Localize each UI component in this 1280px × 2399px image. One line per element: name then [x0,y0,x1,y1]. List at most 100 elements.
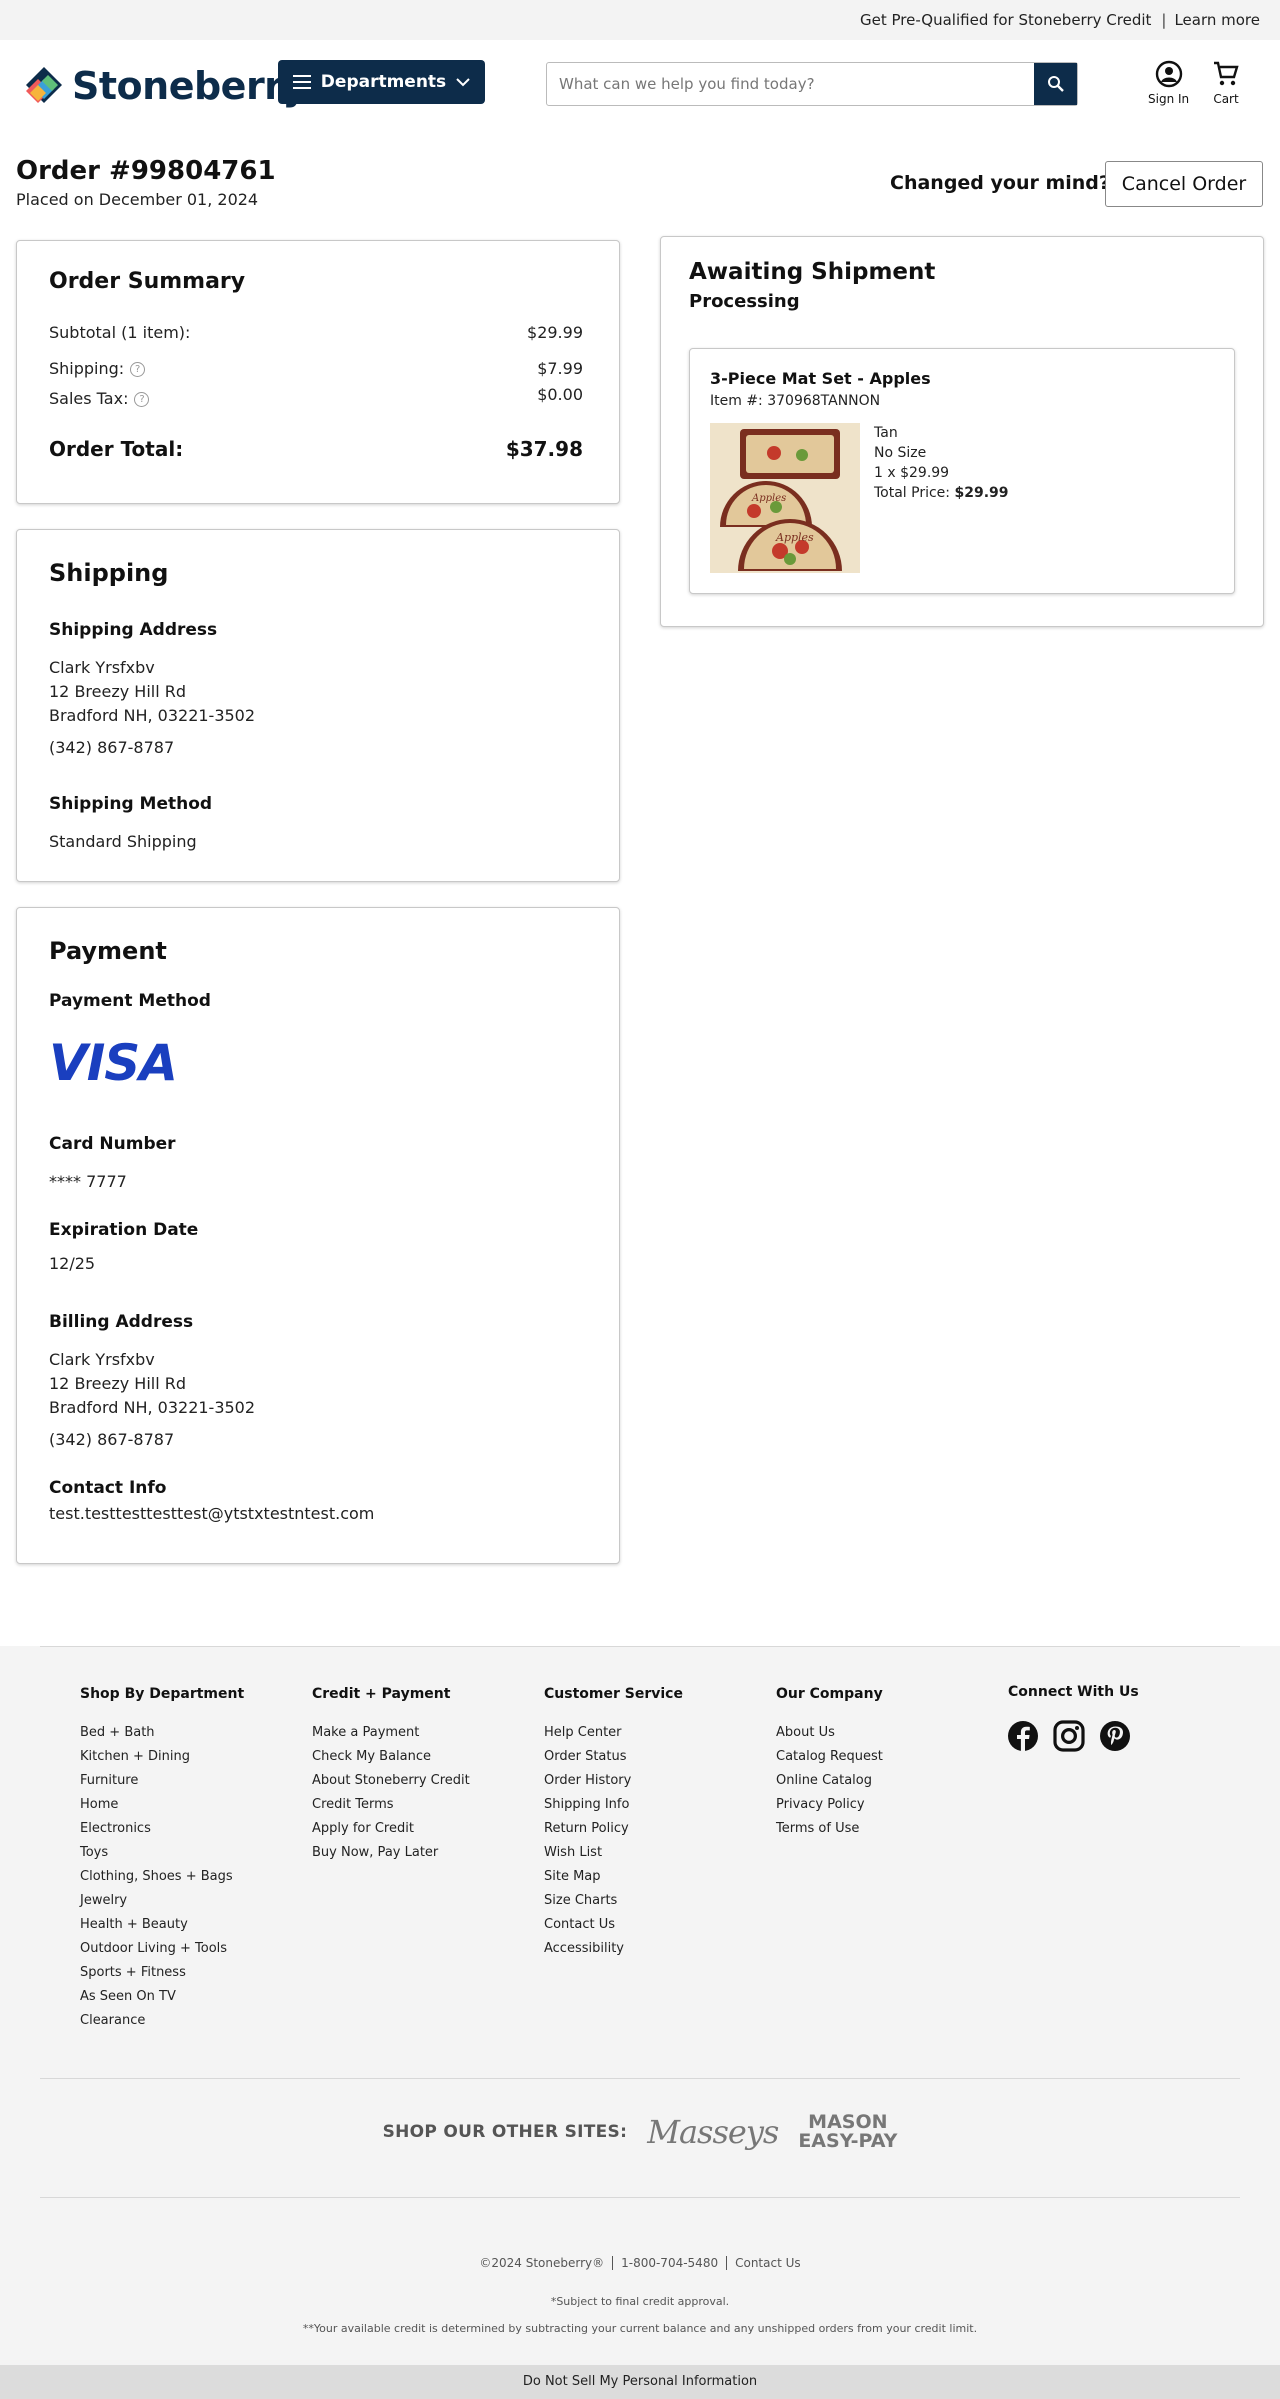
footer-link[interactable]: Home [80,1797,244,1821]
shipment-item-card: 3-Piece Mat Set - Apples Item #: 370968T… [689,348,1235,594]
sales-tax-row: Sales Tax:? $0.00 [49,385,583,408]
do-not-sell-link[interactable]: Do Not Sell My Personal Information [0,2365,1280,2399]
departments-label: Departments [320,72,447,92]
footer-link[interactable]: Wish List [544,1845,683,1869]
copyright: ©2024 Stoneberry® [479,2256,605,2270]
cart-icon [1214,61,1239,86]
help-icon[interactable]: ? [130,362,146,377]
footer-link[interactable]: Toys [80,1845,244,1869]
learn-more-link[interactable]: Learn more [1174,11,1260,29]
search-button[interactable] [1034,63,1077,105]
changed-mind-text: Changed your mind? [890,172,1110,194]
credit-note-1: *Subject to final credit approval. [550,2295,730,2308]
footer-link[interactable]: About Stoneberry Credit [312,1773,470,1797]
facebook-icon[interactable] [1007,1720,1039,1752]
footer-link[interactable]: Clothing, Shoes + Bags [80,1869,244,1893]
footer-contact-link[interactable]: Contact Us [726,2256,809,2270]
departments-button[interactable]: Departments [278,60,485,104]
shipping-method: Standard Shipping [49,832,197,851]
footer-link[interactable]: Site Map [544,1869,683,1893]
masseys-logo[interactable]: Masseys [647,2113,779,2151]
billing-phone: (342) 867-8787 [49,1430,175,1449]
footer-link[interactable]: As Seen On TV [80,1989,244,2013]
sign-in-button[interactable]: Sign In [1148,60,1189,106]
footer-link[interactable]: Jewelry [80,1893,244,1917]
mason-easy-pay-logo[interactable]: MASON EASY-PAY [798,2113,897,2151]
order-total-label: Order Total: [49,437,184,461]
other-sites: SHOP OUR OTHER SITES: Masseys MASON EASY… [0,2113,1280,2152]
footer-link[interactable]: Shipping Info [544,1797,683,1821]
cart-button[interactable]: Cart [1212,60,1240,106]
footer-legal: ©2024 Stoneberry® 1-800-704-5480 Contact… [0,2256,1280,2270]
shipping-value: $7.99 [537,359,583,378]
promo-bar: Get Pre-Qualified for Stoneberry Credit … [0,0,1280,40]
order-summary-card: Order Summary Subtotal (1 item): $29.99 … [16,240,620,504]
mat-set-image: Apples Apples [710,423,860,573]
pinterest-icon[interactable] [1099,1720,1131,1752]
footer-column-title: Shop By Department [80,1686,245,1702]
chevron-down-icon [456,77,470,86]
footer-link[interactable]: Kitchen + Dining [80,1749,244,1773]
footer-link[interactable]: Return Policy [544,1821,683,1845]
footer-link[interactable]: Contact Us [544,1917,683,1941]
instagram-icon[interactable] [1053,1720,1085,1752]
site-header: Stoneberry Departments Sign In [0,40,1280,150]
item-total-label: Total Price: [874,485,951,501]
help-icon[interactable]: ? [134,392,150,407]
footer-link[interactable]: Order History [544,1773,683,1797]
sales-tax-label: Sales Tax: [49,389,129,408]
billing-address-heading: Billing Address [49,1312,194,1332]
visa-logo: VISA [49,1034,178,1092]
footer-link[interactable]: Buy Now, Pay Later [312,1845,470,1869]
shipping-title: Shipping [49,559,169,587]
footer-link[interactable]: Outdoor Living + Tools [80,1941,244,1965]
footer-link[interactable]: Make a Payment [312,1725,470,1749]
footer-link[interactable]: Online Catalog [776,1773,883,1797]
footer-link[interactable]: Apply for Credit [312,1821,470,1845]
footer-column-credit: Credit + Payment Make a Payment Check My… [312,1686,470,1869]
shipping-card: Shipping Shipping Address Clark Yrsfxbv … [16,529,620,882]
item-number: Item #: 370968TANNON [710,393,881,409]
mason-line2: EASY-PAY [798,2130,898,2152]
promo-text[interactable]: Get Pre-Qualified for Stoneberry Credit [860,11,1151,29]
footer-link[interactable]: Accessibility [544,1941,683,1965]
item-name[interactable]: 3-Piece Mat Set - Apples [710,369,931,388]
shipping-label: Shipping: [49,359,125,378]
footer-link[interactable]: Order Status [544,1749,683,1773]
item-total-value: $29.99 [954,485,1009,501]
footer-link[interactable]: Help Center [544,1725,683,1749]
payment-title: Payment [49,937,167,965]
footer-column-company: Our Company About Us Catalog Request Onl… [776,1686,883,1845]
shipment-status: Awaiting Shipment [689,259,936,285]
footer-link[interactable]: Bed + Bath [80,1725,244,1749]
footer-link[interactable]: About Us [776,1725,883,1749]
sales-tax-value: $0.00 [537,385,583,404]
footer-link[interactable]: Electronics [80,1821,244,1845]
footer-link[interactable]: Credit Terms [312,1797,470,1821]
item-total-price: Total Price: $29.99 [874,485,1009,501]
social-links [1007,1720,1131,1752]
item-size: No Size [874,445,927,461]
order-total-value: $37.98 [505,437,583,461]
shipment-substatus: Processing [689,291,800,312]
footer-link[interactable]: Privacy Policy [776,1797,883,1821]
footer-link[interactable]: Terms of Use [776,1821,883,1845]
footer-link[interactable]: Check My Balance [312,1749,470,1773]
footer-link[interactable]: Health + Beauty [80,1917,244,1941]
footer-link[interactable]: Furniture [80,1773,244,1797]
footer-link[interactable]: Sports + Fitness [80,1965,244,1989]
product-image[interactable]: Apples Apples [710,423,860,573]
search-input[interactable] [547,63,1034,105]
mat-text: Apples [775,531,814,544]
footer-column-title: Connect With Us [1008,1684,1139,1700]
footer-link[interactable]: Size Charts [544,1893,683,1917]
payment-card: Payment Payment Method VISA Card Number … [16,907,620,1564]
cancel-order-button[interactable]: Cancel Order [1105,161,1263,207]
other-sites-label: SHOP OUR OTHER SITES: [382,2122,628,2142]
footer-column-departments: Shop By Department Bed + Bath Kitchen + … [80,1686,244,2037]
footer-link[interactable]: Catalog Request [776,1749,883,1773]
stoneberry-logo[interactable]: Stoneberry [24,64,307,108]
footer-phone[interactable]: 1-800-704-5480 [612,2256,726,2270]
footer-link[interactable]: Clearance [80,2013,244,2037]
shipping-city: Bradford NH, 03221-3502 [49,706,256,725]
